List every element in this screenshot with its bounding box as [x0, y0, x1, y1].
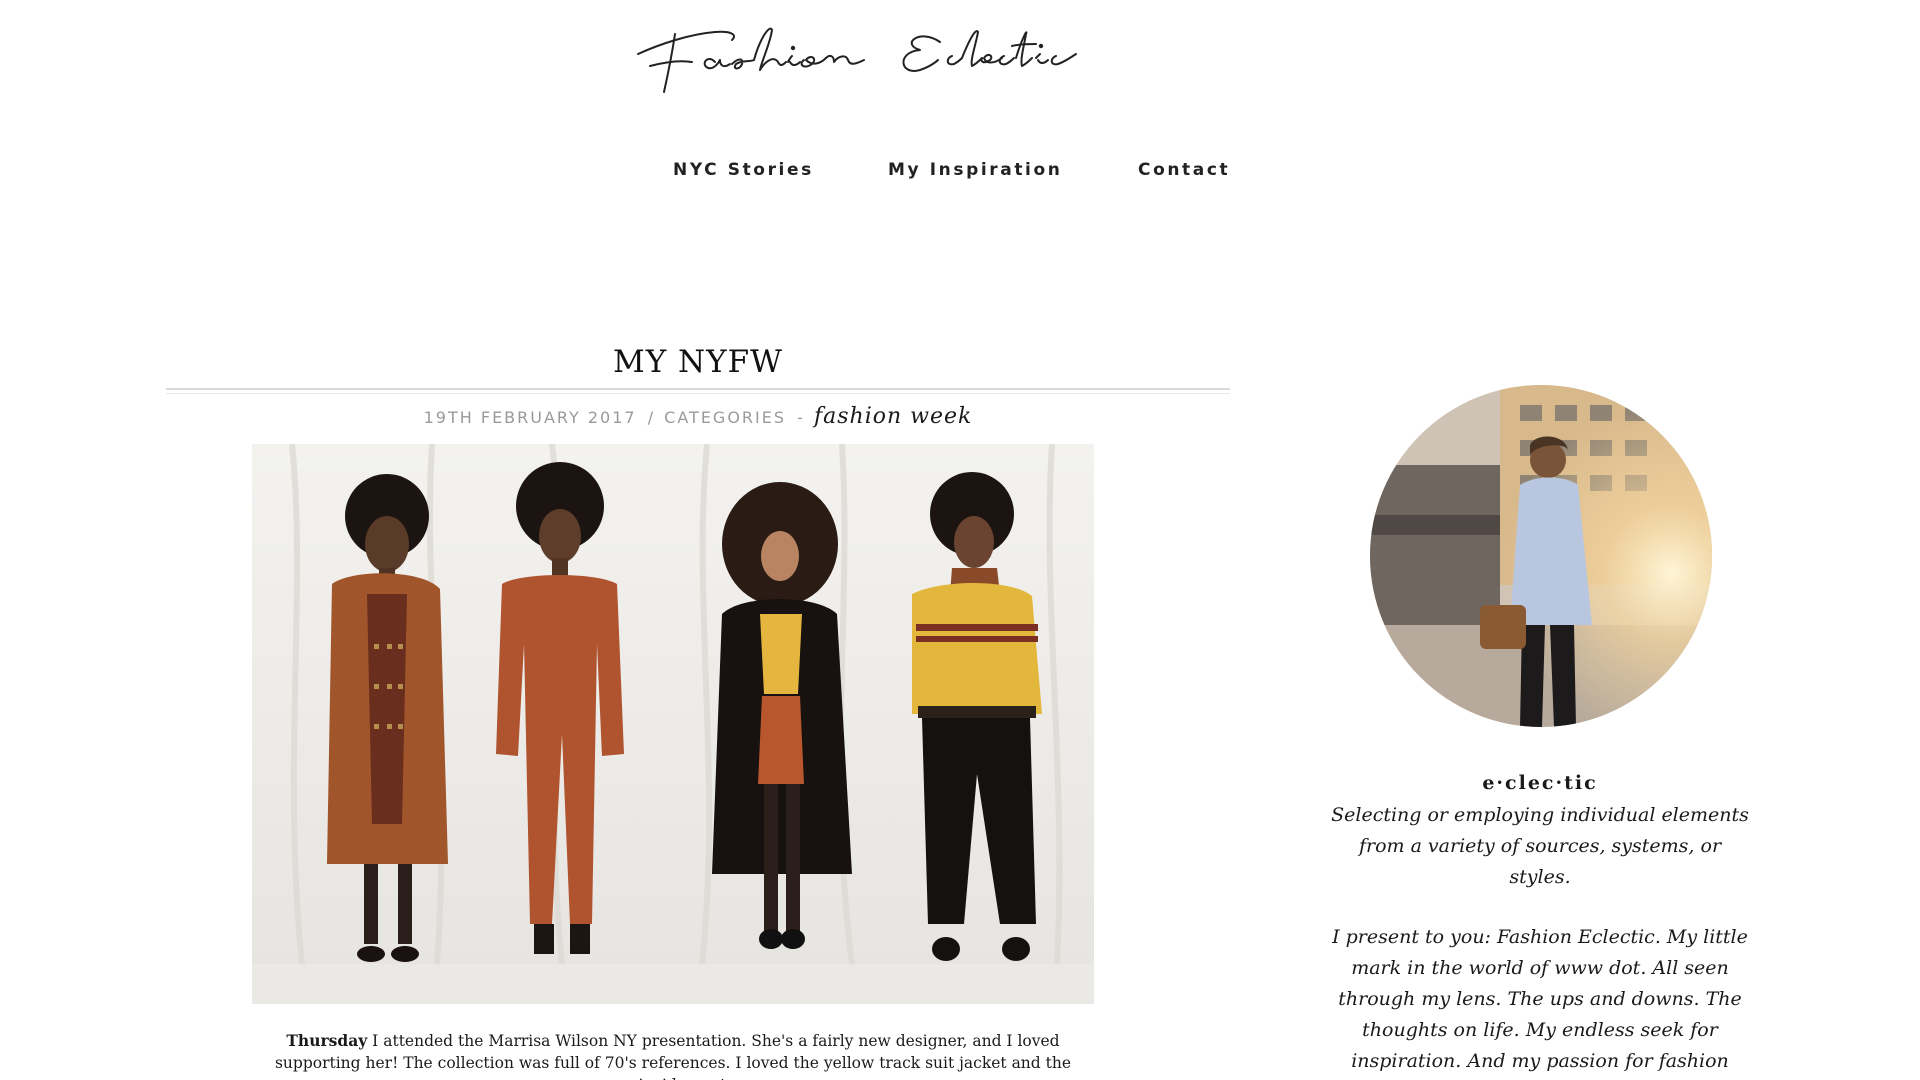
meta-separator: / [647, 408, 654, 427]
post-title[interactable]: MY NYFW [166, 344, 1230, 380]
post-date: 19TH FEBRUARY 2017 [423, 408, 637, 427]
sidebar-definition: Selecting or employing individual elemen… [1331, 804, 1749, 888]
nav-item-my-inspiration[interactable]: My Inspiration [888, 160, 1062, 180]
title-divider [166, 388, 1230, 394]
post-body: Thursday I attended the Marrisa Wilson N… [252, 1030, 1094, 1080]
categories-label: CATEGORIES [664, 408, 787, 427]
sidebar-intro: I present to you: Fashion Eclectic. My l… [1332, 926, 1748, 1072]
site-logo[interactable] [620, 4, 1300, 104]
nav-item-contact[interactable]: Contact [1138, 160, 1230, 180]
nav-item-nyc-stories[interactable]: NYC Stories [673, 160, 814, 180]
category-dash: - [797, 408, 803, 427]
author-avatar [1370, 385, 1712, 727]
sidebar-word: e·clec·tic [1482, 772, 1598, 794]
category-link[interactable]: fashion week [814, 404, 972, 429]
post-meta: 19TH FEBRUARY 2017 / CATEGORIES - fashio… [166, 404, 1230, 429]
post-body-text: I attended the Marrisa Wilson NY present… [274, 1032, 1072, 1080]
post-body-lead: Thursday [286, 1031, 368, 1050]
post-photo[interactable] [252, 444, 1094, 1004]
